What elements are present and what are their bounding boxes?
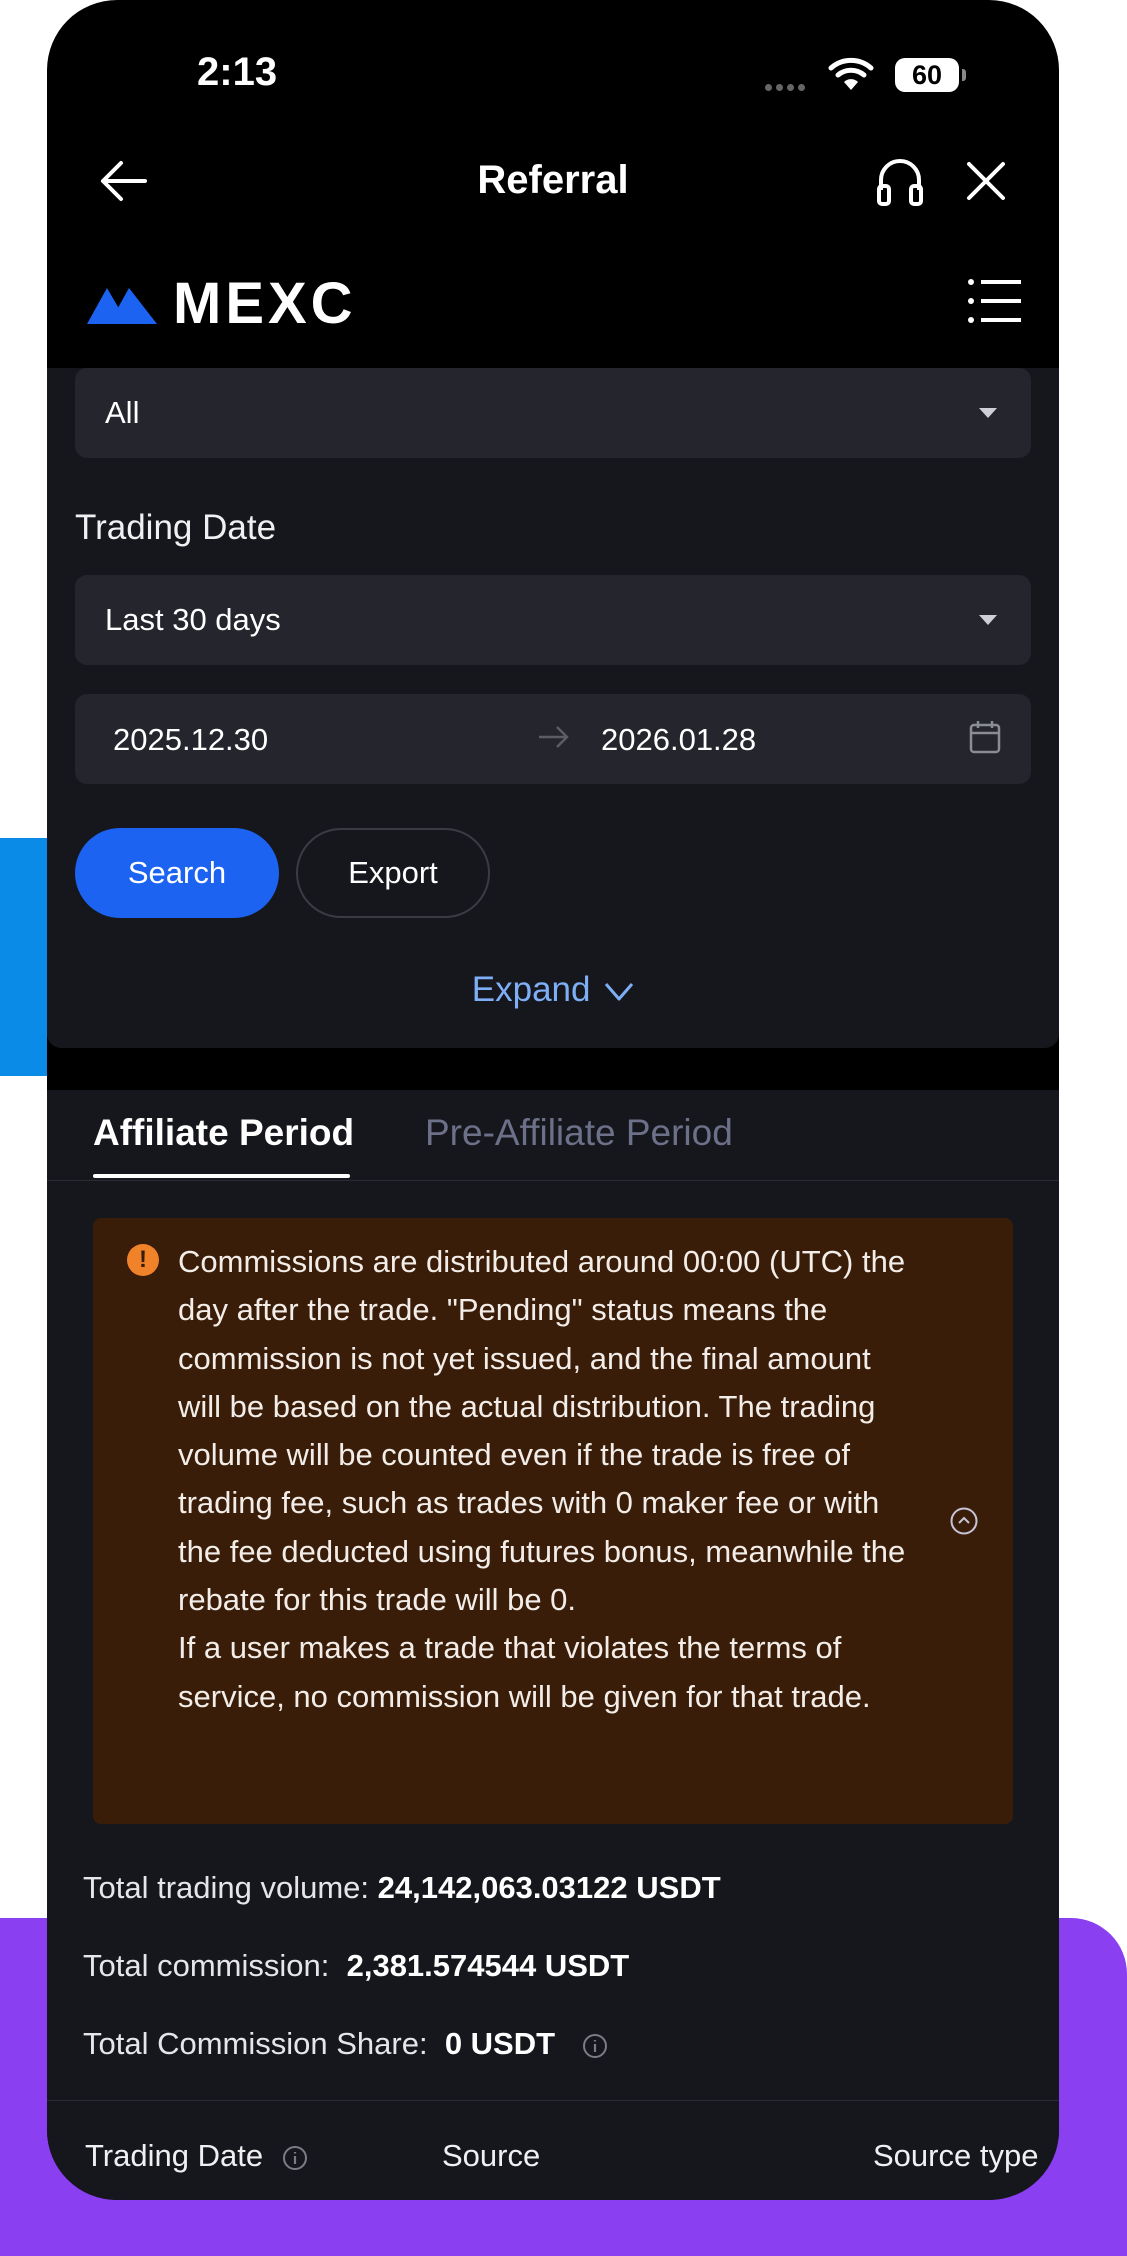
phone-screen: 2:13 60 Referral MEXC All Trading Date L… bbox=[47, 0, 1059, 2200]
type-select-value: All bbox=[105, 395, 140, 430]
logo-text: MEXC bbox=[173, 271, 357, 336]
total-share-label: Total Commission Share: bbox=[83, 2026, 428, 2061]
total-share-value: 0 USDT bbox=[444, 2026, 556, 2061]
notice-paragraph: Commissions are distributed around 00:00… bbox=[178, 1244, 906, 1618]
arrow-right-icon bbox=[539, 726, 569, 748]
battery-indicator: 60 bbox=[895, 58, 966, 92]
total-volume-value: 24,142,063.03122 USDT bbox=[377, 1870, 721, 1905]
chevron-up-circle-icon[interactable] bbox=[949, 1506, 979, 1536]
export-button[interactable]: Export bbox=[296, 828, 490, 918]
export-button-label: Export bbox=[348, 855, 438, 890]
active-tab-indicator bbox=[93, 1174, 350, 1178]
status-time: 2:13 bbox=[197, 50, 278, 94]
total-volume-label: Total trading volume: bbox=[83, 1870, 370, 1905]
period-select-value: Last 30 days bbox=[105, 602, 281, 637]
period-select[interactable]: Last 30 days bbox=[75, 575, 1031, 665]
tab-affiliate-period[interactable]: Affiliate Period bbox=[93, 1112, 354, 1154]
start-date-field[interactable]: 2025.12.30 bbox=[113, 722, 268, 758]
type-select[interactable]: All bbox=[75, 368, 1031, 458]
expand-toggle[interactable]: Expand bbox=[47, 970, 1059, 1010]
dropdown-caret-icon bbox=[979, 615, 997, 625]
info-icon[interactable] bbox=[282, 2145, 308, 2171]
table-divider bbox=[47, 2100, 1059, 2101]
calendar-icon[interactable] bbox=[969, 720, 1001, 754]
total-commission-value: 2,381.574544 USDT bbox=[346, 1948, 630, 1983]
mexc-logo: MEXC bbox=[85, 270, 357, 337]
close-icon[interactable] bbox=[965, 160, 1007, 202]
wifi-icon bbox=[828, 57, 874, 90]
trading-date-label: Trading Date bbox=[75, 508, 277, 547]
total-commission-row: Total commission: 2,381.574544 USDT bbox=[83, 1948, 629, 1984]
column-header-label: Trading Date bbox=[85, 2138, 264, 2173]
notice-text: Commissions are distributed around 00:00… bbox=[178, 1238, 918, 1721]
end-date-field[interactable]: 2026.01.28 bbox=[601, 722, 756, 758]
notice-paragraph: If a user makes a trade that violates th… bbox=[178, 1630, 871, 1714]
total-share-row: Total Commission Share: 0 USDT bbox=[83, 2026, 608, 2062]
date-range-picker[interactable]: 2025.12.30 2026.01.28 bbox=[75, 694, 1031, 784]
expand-label: Expand bbox=[471, 970, 591, 1009]
column-header-source[interactable]: Source bbox=[442, 2138, 540, 2174]
column-header-source-type[interactable]: Source type bbox=[873, 2138, 1038, 2174]
mexc-mark-icon bbox=[87, 287, 157, 324]
chevron-down-icon bbox=[605, 982, 634, 1001]
menu-list-icon[interactable] bbox=[967, 278, 1021, 324]
tab-pre-affiliate-period[interactable]: Pre-Affiliate Period bbox=[425, 1112, 733, 1154]
search-button[interactable]: Search bbox=[75, 828, 279, 918]
total-volume-row: Total trading volume: 24,142,063.03122 U… bbox=[83, 1870, 721, 1906]
headset-icon[interactable] bbox=[875, 156, 925, 208]
column-header-trading-date[interactable]: Trading Date bbox=[85, 2138, 308, 2174]
commission-notice: ! Commissions are distributed around 00:… bbox=[93, 1218, 1013, 1824]
info-icon[interactable] bbox=[582, 2033, 608, 2059]
dropdown-caret-icon bbox=[979, 408, 997, 418]
tab-divider bbox=[47, 1180, 1059, 1181]
total-commission-label: Total commission: bbox=[83, 1948, 330, 1983]
filter-panel: All Trading Date Last 30 days 2025.12.30… bbox=[47, 368, 1059, 1048]
warning-icon: ! bbox=[127, 1244, 159, 1276]
commission-section: Affiliate Period Pre-Affiliate Period ! … bbox=[47, 1090, 1059, 2200]
signal-icon bbox=[765, 78, 817, 91]
